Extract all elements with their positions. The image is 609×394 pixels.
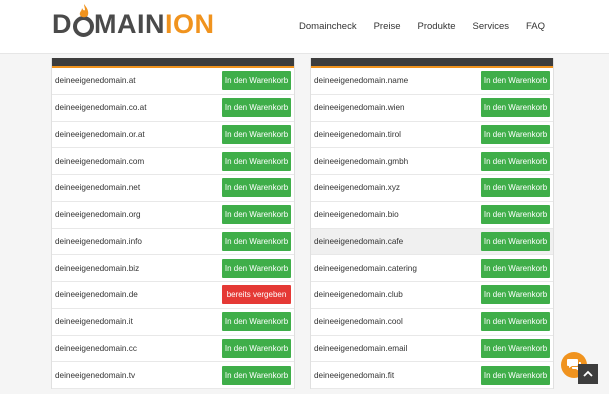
chevron-up-icon [583, 370, 593, 377]
domain-name: deineeigenedomain.org [55, 210, 141, 220]
add-to-cart-button[interactable]: In den Warenkorb [222, 312, 291, 332]
domain-name: deineeigenedomain.tirol [314, 129, 401, 139]
add-to-cart-button[interactable]: In den Warenkorb [481, 205, 550, 225]
domain-name: deineeigenedomain.bio [314, 210, 399, 220]
add-to-cart-button[interactable]: In den Warenkorb [222, 258, 291, 278]
domain-name: deineeigenedomain.fit [314, 370, 395, 380]
domain-name: deineeigenedomain.info [55, 236, 142, 246]
domain-row: deineeigenedomain.name In den Warenkorb [311, 68, 553, 95]
domain-row: deineeigenedomain.xyz In den Warenkorb [311, 175, 553, 202]
domain-name: deineeigenedomain.wien [314, 103, 405, 113]
add-to-cart-button[interactable]: In den Warenkorb [222, 365, 291, 385]
domain-row: deineeigenedomain.it In den Warenkorb [52, 309, 294, 336]
domain-row: deineeigenedomain.biz In den Warenkorb [52, 255, 294, 282]
panel-header [311, 58, 553, 68]
domain-name: deineeigenedomain.tv [55, 370, 136, 380]
domain-name: deineeigenedomain.com [55, 156, 145, 166]
site-header: D MAIN ION Domaincheck Preise Produkte S… [0, 0, 609, 54]
add-to-cart-button[interactable]: In den Warenkorb [481, 178, 550, 198]
logo-text-main: MAIN [94, 9, 165, 39]
nav-faq[interactable]: FAQ [526, 21, 545, 32]
add-to-cart-button[interactable]: In den Warenkorb [481, 151, 550, 171]
add-to-cart-button[interactable]: In den Warenkorb [481, 231, 550, 251]
domain-name: deineeigenedomain.it [55, 317, 133, 327]
domain-name: deineeigenedomain.de [55, 290, 138, 300]
main-nav: Domaincheck Preise Produkte Services FAQ [282, 21, 545, 32]
domain-name: deineeigenedomain.cafe [314, 236, 404, 246]
domain-row: deineeigenedomain.com In den Warenkorb [52, 148, 294, 175]
domain-row: deineeigenedomain.or.at In den Warenkorb [52, 122, 294, 149]
add-to-cart-button[interactable]: In den Warenkorb [222, 124, 291, 144]
domain-name: deineeigenedomain.cc [55, 343, 137, 353]
domainion-logo[interactable]: D MAIN ION [52, 4, 215, 40]
add-to-cart-button[interactable]: In den Warenkorb [481, 338, 550, 358]
panel-header [52, 58, 294, 68]
scroll-to-top-button[interactable] [578, 364, 598, 384]
flame-icon [79, 4, 89, 18]
domain-row: deineeigenedomain.cool In den Warenkorb [311, 309, 553, 336]
domain-row: deineeigenedomain.co.at In den Warenkorb [52, 95, 294, 122]
add-to-cart-button[interactable]: In den Warenkorb [222, 178, 291, 198]
domain-row: deineeigenedomain.tv In den Warenkorb [52, 362, 294, 389]
add-to-cart-button[interactable]: In den Warenkorb [222, 98, 291, 118]
domain-name: deineeigenedomain.gmbh [314, 156, 409, 166]
add-to-cart-button[interactable]: In den Warenkorb [481, 71, 550, 91]
domain-row: deineeigenedomain.org In den Warenkorb [52, 202, 294, 229]
logo-text-ion: ION [165, 9, 215, 39]
domain-row: deineeigenedomain.de bereits vergeben [52, 282, 294, 309]
domain-name: deineeigenedomain.biz [55, 263, 140, 273]
add-to-cart-button[interactable]: In den Warenkorb [222, 151, 291, 171]
domain-row: deineeigenedomain.email In den Warenkorb [311, 336, 553, 363]
domain-row: deineeigenedomain.cafe In den Warenkorb [311, 228, 553, 256]
domain-name: deineeigenedomain.email [314, 343, 408, 353]
domain-row: deineeigenedomain.club In den Warenkorb [311, 282, 553, 309]
domain-name: deineeigenedomain.cool [314, 317, 403, 327]
taken-button[interactable]: bereits vergeben [222, 285, 291, 305]
domain-name: deineeigenedomain.net [55, 183, 141, 193]
domain-row: deineeigenedomain.wien In den Warenkorb [311, 95, 553, 122]
domain-name: deineeigenedomain.or.at [55, 129, 145, 139]
nav-domaincheck[interactable]: Domaincheck [299, 21, 357, 32]
domain-row: deineeigenedomain.gmbh In den Warenkorb [311, 148, 553, 175]
domain-name: deineeigenedomain.name [314, 76, 409, 86]
add-to-cart-button[interactable]: In den Warenkorb [481, 285, 550, 305]
add-to-cart-button[interactable]: In den Warenkorb [222, 338, 291, 358]
logo-o-flame [73, 4, 94, 37]
domain-row: deineeigenedomain.net In den Warenkorb [52, 175, 294, 202]
add-to-cart-button[interactable]: In den Warenkorb [481, 312, 550, 332]
add-to-cart-button[interactable]: In den Warenkorb [481, 98, 550, 118]
domain-row: deineeigenedomain.info In den Warenkorb [52, 229, 294, 256]
domain-row: deineeigenedomain.catering In den Warenko… [311, 255, 553, 282]
nav-services[interactable]: Services [473, 21, 509, 32]
add-to-cart-button[interactable]: In den Warenkorb [481, 258, 550, 278]
domain-name: deineeigenedomain.xyz [314, 183, 401, 193]
domain-name: deineeigenedomain.club [314, 290, 403, 300]
logo-text-d: D [52, 9, 72, 39]
domain-list-left: deineeigenedomain.at In den Warenkorb dein… [51, 58, 295, 389]
domain-name: deineeigenedomain.co.at [55, 103, 147, 113]
domain-row: deineeigenedomain.tirol In den Warenkorb [311, 122, 553, 149]
add-to-cart-button[interactable]: In den Warenkorb [481, 124, 550, 144]
add-to-cart-button[interactable]: In den Warenkorb [222, 231, 291, 251]
nav-preise[interactable]: Preise [374, 21, 401, 32]
domain-name: deineeigenedomain.catering [314, 263, 417, 273]
domain-row: deineeigenedomain.bio In den Warenkorb [311, 202, 553, 229]
add-to-cart-button[interactable]: In den Warenkorb [222, 71, 291, 91]
add-to-cart-button[interactable]: In den Warenkorb [481, 365, 550, 385]
domain-list-right: deineeigenedomain.name In den Warenkorb de… [310, 58, 554, 389]
domain-row: deineeigenedomain.fit In den Warenkorb [311, 362, 553, 389]
domain-row: deineeigenedomain.at In den Warenkorb [52, 68, 294, 95]
add-to-cart-button[interactable]: In den Warenkorb [222, 205, 291, 225]
domain-name: deineeigenedomain.at [55, 76, 136, 86]
nav-produkte[interactable]: Produkte [418, 21, 456, 32]
domain-row: deineeigenedomain.cc In den Warenkorb [52, 336, 294, 363]
